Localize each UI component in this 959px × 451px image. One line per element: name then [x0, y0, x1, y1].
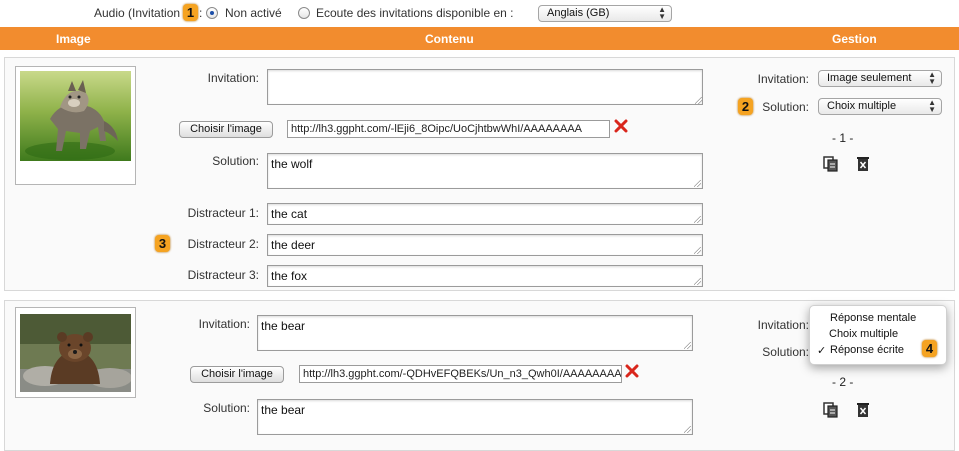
distractor-textarea-3[interactable]: the fox [267, 265, 703, 287]
solution-type-value-1: Choix multiple [827, 100, 897, 112]
select-arrows-icon: ▲ ▼ [928, 98, 936, 114]
distractor-value-2: the deer [271, 238, 316, 252]
choose-image-button-2[interactable]: Choisir l'image [190, 366, 284, 383]
checkmark-icon: ✓ [817, 345, 827, 357]
invitation-type-select-1[interactable]: Image seulement ▲ ▼ [818, 70, 942, 87]
manage-invitation-label-2: Invitation: [757, 318, 809, 332]
invitation-type-value-1: Image seulement [827, 72, 912, 84]
menu-option-choix-multiple[interactable]: Choix multiple [829, 328, 898, 340]
radio-listen-label[interactable]: Ecoute des invitations disponible en : [316, 6, 513, 20]
bear-image [20, 314, 131, 392]
item-number-1: - 1 - [832, 131, 854, 145]
image-url-field-2[interactable]: http://lh3.ggpht.com/-QDHvEFQBEKs/Un_n3_… [299, 365, 622, 383]
wolf-image [20, 71, 131, 161]
delete-icon[interactable] [855, 156, 871, 172]
item-card-2: Invitation: the bear Choisir l'image htt… [4, 300, 955, 451]
select-arrows-icon: ▲ ▼ [658, 5, 666, 21]
radio-non-active[interactable] [206, 7, 218, 19]
audio-colon: : [199, 6, 203, 20]
resize-grip-icon [694, 278, 701, 285]
invitation-value-2: the bear [261, 319, 306, 333]
header-manage: Gestion [832, 32, 877, 46]
item-thumbnail-bear[interactable] [15, 307, 136, 398]
header-image: Image [56, 32, 91, 46]
badge-1: 1 [183, 4, 198, 21]
table-header: Image Contenu Gestion [0, 27, 959, 50]
delete-image-icon[interactable] [614, 119, 628, 133]
language-select[interactable]: Anglais (GB) ▲ ▼ [538, 5, 672, 22]
resize-grip-icon [695, 97, 702, 104]
distractor-label-2: Distracteur 2: [187, 237, 259, 251]
resize-grip-icon [694, 247, 701, 254]
invitation-textarea-2[interactable]: the bear [257, 315, 693, 351]
badge-4: 4 [922, 340, 937, 357]
solution-type-select-1[interactable]: Choix multiple ▲ ▼ [818, 98, 942, 115]
radio-listen[interactable] [298, 7, 310, 19]
item-thumbnail-wolf[interactable] [15, 66, 136, 185]
resize-grip-icon [694, 180, 701, 187]
delete-image-icon[interactable] [625, 364, 639, 378]
image-url-field-1[interactable]: http://lh3.ggpht.com/-lEji6_8Oipc/UoCjht… [287, 120, 610, 138]
item-number-2: - 2 - [832, 375, 854, 389]
resize-grip-icon [684, 426, 691, 433]
solution-value-1: the wolf [271, 157, 313, 171]
distractor-textarea-1[interactable]: the cat [267, 203, 703, 225]
audio-label: Audio (Invitation [94, 6, 181, 20]
resize-grip-icon [694, 216, 701, 223]
delete-icon[interactable] [855, 402, 871, 418]
item-card-1: Invitation: Choisir l'image http://lh3.g… [4, 57, 955, 291]
copy-icon[interactable] [823, 156, 839, 172]
choose-image-button-1[interactable]: Choisir l'image [179, 121, 273, 138]
manage-solution-label-1: Solution: [762, 100, 809, 114]
distractor-value-3: the fox [271, 269, 308, 283]
distractor-textarea-2[interactable]: the deer [267, 234, 703, 256]
radio-non-active-label[interactable]: Non activé [225, 6, 282, 20]
manage-solution-label-2: Solution: [762, 345, 809, 359]
invitation-label-2: Invitation: [198, 317, 250, 331]
solution-textarea-1[interactable]: the wolf [267, 153, 703, 189]
menu-option-reponse-mentale[interactable]: Réponse mentale [830, 312, 916, 324]
menu-option-reponse-ecrite[interactable]: Réponse écrite [830, 344, 904, 356]
distractor-value-1: the cat [271, 207, 308, 221]
solution-value-2: the bear [261, 403, 306, 417]
copy-icon[interactable] [823, 402, 839, 418]
distractor-label-3: Distracteur 3: [187, 268, 259, 282]
header-content: Contenu [425, 32, 474, 46]
solution-label-2: Solution: [203, 401, 250, 415]
invitation-label-1: Invitation: [207, 71, 259, 85]
language-select-value: Anglais (GB) [547, 7, 610, 19]
solution-label-1: Solution: [212, 154, 259, 168]
resize-grip-icon [684, 342, 691, 349]
select-arrows-icon: ▲ ▼ [928, 70, 936, 86]
audio-bar: Audio (Invitation 1 : Non activé Ecoute … [0, 0, 959, 27]
manage-invitation-label-1: Invitation: [757, 72, 809, 86]
solution-textarea-2[interactable]: the bear [257, 399, 693, 435]
distractor-label-1: Distracteur 1: [187, 206, 259, 220]
